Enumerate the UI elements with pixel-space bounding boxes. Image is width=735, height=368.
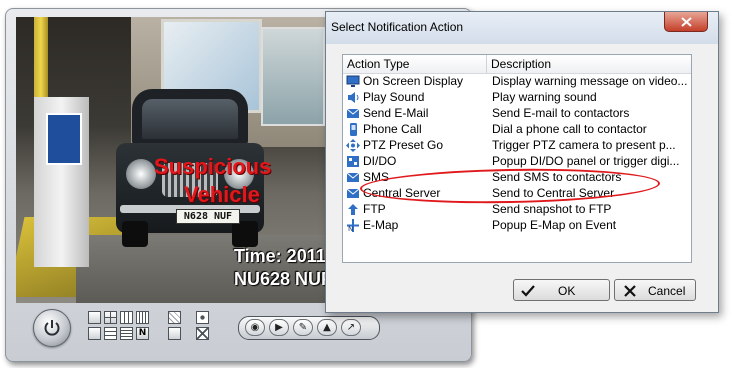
osd-plate-text: NU628 NUF [234, 269, 333, 289]
action-list[interactable]: Action Type Description On Screen Displa… [342, 54, 692, 263]
action-description: Popup E-Map on Event [492, 218, 617, 232]
close-button[interactable] [664, 12, 708, 32]
alert-overlay-line2: Vehicle [184, 182, 260, 207]
speaker-icon [348, 92, 359, 103]
action-description: Play warning sound [492, 90, 597, 104]
column-header-action-type[interactable]: Action Type [347, 57, 409, 71]
dido-icon [347, 156, 359, 167]
action-description: Send E-mail to contactors [492, 106, 630, 120]
list-header: Action Type Description [343, 55, 691, 74]
checkmark-icon [521, 285, 535, 297]
monitor-icon [346, 75, 360, 87]
list-item[interactable]: DI/DO Popup DI/DO panel or trigger digi.… [343, 154, 691, 169]
ok-button[interactable]: OK [513, 279, 610, 301]
cross-icon [624, 285, 636, 297]
single-view-icon[interactable] [88, 311, 101, 324]
cancel-button[interactable]: Cancel [614, 279, 696, 301]
hotspot-view-icon[interactable] [168, 311, 181, 324]
action-name: Play Sound [363, 90, 425, 104]
fullscreen-icon[interactable] [196, 327, 209, 340]
emap-icon: N [347, 219, 359, 232]
list-item[interactable]: Phone Call Dial a phone call to contacto… [343, 122, 691, 137]
action-description: Send snapshot to FTP [492, 202, 612, 216]
list-item[interactable]: FTP Send snapshot to FTP [343, 202, 691, 217]
action-name: FTP [363, 202, 386, 216]
tool-icon[interactable]: ↗ [341, 319, 361, 336]
action-description: Dial a phone call to contactor [492, 122, 647, 136]
envelope-icon [346, 108, 360, 118]
osd-timestamp: Time: 2011/0 [234, 246, 336, 266]
dialog-titlebar[interactable]: Select Notification Action [326, 12, 718, 44]
record-icon[interactable]: ◉ [245, 319, 265, 336]
ptz-icon [346, 139, 360, 152]
ok-label: OK [558, 284, 576, 298]
action-name: PTZ Preset Go [363, 138, 444, 152]
list-item[interactable]: Play Sound Play warning sound [343, 90, 691, 105]
action-description: Trigger PTZ camera to present p... [492, 138, 676, 152]
booth-sign [46, 113, 82, 165]
action-name: Send E-Mail [363, 106, 429, 120]
sequence-icon[interactable] [196, 311, 209, 324]
svg-text:N: N [348, 225, 353, 232]
action-name: Phone Call [363, 122, 422, 136]
select-notification-action-dialog: Select Notification Action Action Type D… [325, 11, 719, 313]
ftp-icon [348, 204, 358, 215]
config-icon[interactable]: ✎ [293, 319, 313, 336]
sms-icon [346, 172, 360, 182]
column-header-description[interactable]: Description [491, 57, 551, 71]
sixteen-view-icon[interactable] [136, 311, 149, 324]
quad-view-icon[interactable] [104, 311, 117, 324]
server-icon [346, 188, 360, 198]
list-item[interactable]: On Screen Display Display warning messag… [343, 74, 691, 89]
n-view-icon[interactable]: N [136, 327, 149, 340]
power-button[interactable] [33, 309, 71, 347]
camera-video-frame[interactable]: N628 NUF Suspicious Vehicle Time: 2011/0… [16, 17, 336, 303]
cancel-label: Cancel [648, 284, 686, 298]
wall-poster-2 [261, 27, 325, 126]
action-description: Popup DI/DO panel or trigger digi... [492, 154, 680, 168]
phone-icon [350, 123, 357, 136]
close-icon [681, 17, 692, 27]
eight-view-icon[interactable] [104, 327, 117, 340]
thirteen-view-icon[interactable] [120, 327, 133, 340]
control-toolbar: ◉ ▶ ✎ ▲ ↗ [238, 316, 380, 340]
alert-overlay-line1: Suspicious [154, 154, 272, 179]
action-name: E-Map [363, 218, 399, 232]
action-name: On Screen Display [363, 74, 464, 88]
alarm-icon[interactable]: ▲ [317, 319, 337, 336]
nine-view-icon[interactable] [120, 311, 133, 324]
playback-icon[interactable]: ▶ [269, 319, 289, 336]
list-item[interactable]: PTZ Preset Go Trigger PTZ camera to pres… [343, 138, 691, 153]
dialog-title: Select Notification Action [331, 20, 464, 34]
license-plate: N628 NUF [176, 209, 240, 224]
six-view-icon[interactable] [88, 327, 101, 340]
action-description: Display warning message on video... [492, 74, 688, 88]
power-icon [44, 320, 60, 336]
scan-view-icon[interactable] [168, 327, 181, 340]
list-item[interactable]: N E-Map Popup E-Map on Event [343, 218, 691, 233]
action-name: DI/DO [363, 154, 397, 168]
list-item[interactable]: Send E-Mail Send E-mail to contactors [343, 106, 691, 121]
